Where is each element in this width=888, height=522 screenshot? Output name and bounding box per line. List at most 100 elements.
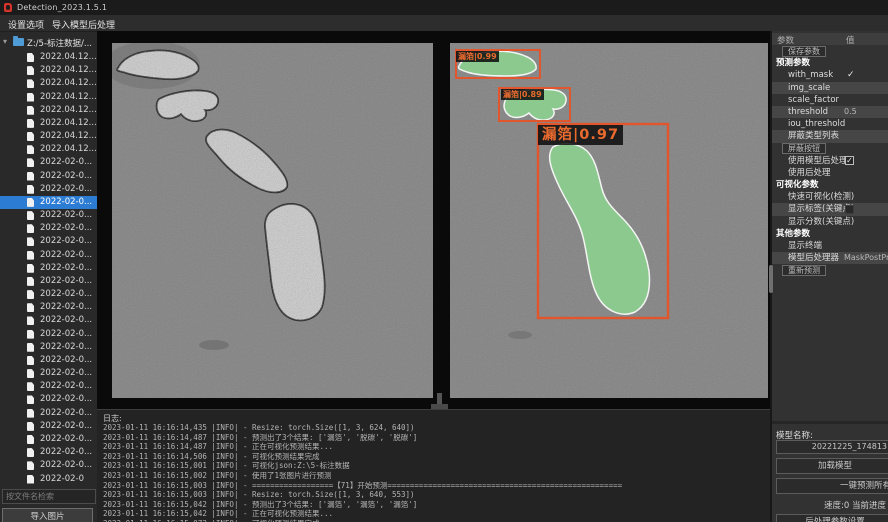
- param-row: 显示分数(关键点): [772, 216, 888, 228]
- tree-item[interactable]: 2022.04.12...: [0, 130, 97, 143]
- file-icon: [27, 369, 34, 378]
- tree-item-label: 2022-02-0...: [40, 223, 92, 233]
- tree-item-label: 2022-02-0...: [40, 263, 92, 273]
- tree-item[interactable]: 2022-02-0...: [0, 393, 97, 406]
- param-label: 模型后处理器: [788, 252, 839, 264]
- file-icon: [27, 435, 34, 444]
- log-line: 2023-01-11 16:16:14,487 |INFO| - 正在可视化预测…: [103, 442, 770, 452]
- param-value[interactable]: 0.5: [844, 106, 857, 118]
- file-icon: [27, 145, 34, 154]
- tree-item[interactable]: 2022-02-0...: [0, 209, 97, 222]
- param-row: 使用后处理: [772, 167, 888, 179]
- tree-item[interactable]: 2022-02-0...: [0, 407, 97, 420]
- tree-item-label: 2022-02-0...: [40, 355, 92, 365]
- tree-item-label: 2022-02-0...: [40, 408, 92, 418]
- param-value[interactable]: MaskPostProc: [844, 252, 888, 264]
- prediction-image-canvas: [450, 43, 768, 398]
- tree-item-label: 2022.04.12...: [40, 78, 97, 88]
- tree-item-label: 2022-02-0...: [40, 302, 92, 312]
- tree-item[interactable]: 2022-02-0...: [0, 156, 97, 169]
- tree-item[interactable]: 2022-02-0...: [0, 380, 97, 393]
- tree-item[interactable]: 2022.04.12...: [0, 91, 97, 104]
- original-image-panel[interactable]: [100, 35, 437, 408]
- tree-item[interactable]: 2022-02-0: [0, 473, 97, 486]
- tree-item[interactable]: 2022.04.12...: [0, 104, 97, 117]
- tree-item[interactable]: 2022.04.12...: [0, 77, 97, 90]
- param-button[interactable]: 屏蔽按钮: [782, 143, 826, 154]
- param-button[interactable]: 重新预测: [782, 265, 826, 276]
- file-icon: [27, 290, 34, 299]
- file-icon: [27, 422, 34, 431]
- prediction-image-panel[interactable]: 漏箔|0.99 漏箔|0.89 漏箔|0.97: [443, 35, 770, 408]
- vertical-scrollbar-thumb[interactable]: [769, 265, 773, 293]
- parameters-panel: 参数 值 保存参数预测参数with_mask✓img_scalescale_fa…: [772, 31, 888, 522]
- checkbox-unchecked[interactable]: [845, 205, 854, 214]
- menu-item-settings[interactable]: 设置选项: [8, 18, 44, 31]
- file-icon: [27, 409, 34, 418]
- tree-item-label: 2022-02-0...: [40, 184, 92, 194]
- tree-item-label: 2022-02-0...: [40, 171, 92, 181]
- tree-item-label: 2022.04.12...: [40, 118, 97, 128]
- tree-item[interactable]: 2022-02-0...: [0, 459, 97, 472]
- tree-item-label: 2022.04.12...: [40, 131, 97, 141]
- file-tree-panel: ▾ Z:/5-标注数据/... 2022.04.12...2022.04.12.…: [0, 32, 98, 522]
- log-line: 2023-01-11 16:16:15,042 |INFO| - 预测出了3个结…: [103, 500, 770, 510]
- file-icon: [27, 251, 34, 260]
- tree-item[interactable]: 2022-02-0...: [0, 354, 97, 367]
- tree-item[interactable]: 2022-02-0...: [0, 235, 97, 248]
- menu-bar: 设置选项 导入模型后处理: [0, 15, 888, 32]
- tree-item[interactable]: 2022-02-0...: [0, 275, 97, 288]
- tree-item[interactable]: 2022-02-0...: [0, 367, 97, 380]
- tree-item-label: 2022.04.12...: [40, 92, 97, 102]
- param-row: 快速可视化(检测): [772, 191, 888, 203]
- tree-item[interactable]: 2022-02-0...: [0, 249, 97, 262]
- folder-icon: [13, 38, 24, 46]
- tree-item[interactable]: 2022-02-0...: [0, 222, 97, 235]
- tree-item[interactable]: 2022.04.12...: [0, 143, 97, 156]
- file-icon: [27, 119, 34, 128]
- tree-item[interactable]: 2022-02-0...: [0, 288, 97, 301]
- file-icon: [27, 185, 34, 194]
- load-model-button[interactable]: 加载模型: [776, 458, 888, 474]
- checkmark-icon[interactable]: ✓: [847, 69, 855, 81]
- checkbox-checked[interactable]: ✓: [845, 156, 854, 165]
- tree-item-label: 2022-02-0...: [40, 342, 92, 352]
- log-area[interactable]: 日志: 2023-01-11 16:16:14,435 |INFO| - Res…: [97, 409, 770, 522]
- import-image-button[interactable]: 导入图片: [2, 508, 93, 522]
- param-row: iou_threshold: [772, 118, 888, 130]
- tree-item-label: 2022-02-0: [40, 474, 84, 484]
- tree-item[interactable]: 2022-02-0...: [0, 314, 97, 327]
- detection-label-1: 漏箔|0.99: [456, 51, 499, 62]
- search-input[interactable]: [2, 489, 96, 504]
- smudge-mark: [199, 340, 229, 350]
- tree-item-label: 2022-02-0...: [40, 460, 92, 470]
- param-button[interactable]: 保存参数: [782, 46, 826, 57]
- menu-item-import-postprocess[interactable]: 导入模型后处理: [52, 18, 115, 31]
- tree-item[interactable]: 2022.04.12...: [0, 64, 97, 77]
- log-line: 2023-01-11 16:16:15,042 |INFO| - 正在可视化预测…: [103, 509, 770, 519]
- tree-item[interactable]: 2022-02-0...: [0, 170, 97, 183]
- tree-item[interactable]: 2022-02-0...: [0, 420, 97, 433]
- tree-item[interactable]: 2022-02-0...: [0, 183, 97, 196]
- param-row: scale_factor: [772, 94, 888, 106]
- title-bar: Detection_2023.1.5.1: [0, 0, 888, 15]
- tree-item[interactable]: 2022-02-0...: [0, 328, 97, 341]
- tree-item[interactable]: 2022.04.12...: [0, 51, 97, 64]
- tree-item[interactable]: 2022-02-0...: [0, 341, 97, 354]
- expander-arrow-icon[interactable]: ▾: [3, 37, 7, 46]
- tree-item[interactable]: 2022-02-0...: [0, 262, 97, 275]
- tree-item[interactable]: 2022.04.12...: [0, 117, 97, 130]
- model-name-field[interactable]: 20221225_174813: [776, 440, 888, 454]
- predict-all-button[interactable]: 一键预测所有: [776, 478, 888, 494]
- tree-item-label: 2022-02-0...: [40, 236, 92, 246]
- postprocess-settings-button[interactable]: 后处理参数设置: [776, 514, 888, 522]
- prediction-image: 漏箔|0.99 漏箔|0.89 漏箔|0.97: [450, 43, 768, 398]
- tree-item[interactable]: 2022-02-0...: [0, 446, 97, 459]
- param-label: 其他参数: [776, 228, 810, 240]
- tree-item[interactable]: 2022-02-0...: [0, 196, 97, 209]
- tree-root-folder[interactable]: ▾ Z:/5-标注数据/...: [0, 36, 97, 49]
- param-section-header: 预测参数: [772, 57, 888, 69]
- tree-item[interactable]: 2022-02-0...: [0, 433, 97, 446]
- file-icon: [27, 79, 34, 88]
- tree-item[interactable]: 2022-02-0...: [0, 301, 97, 314]
